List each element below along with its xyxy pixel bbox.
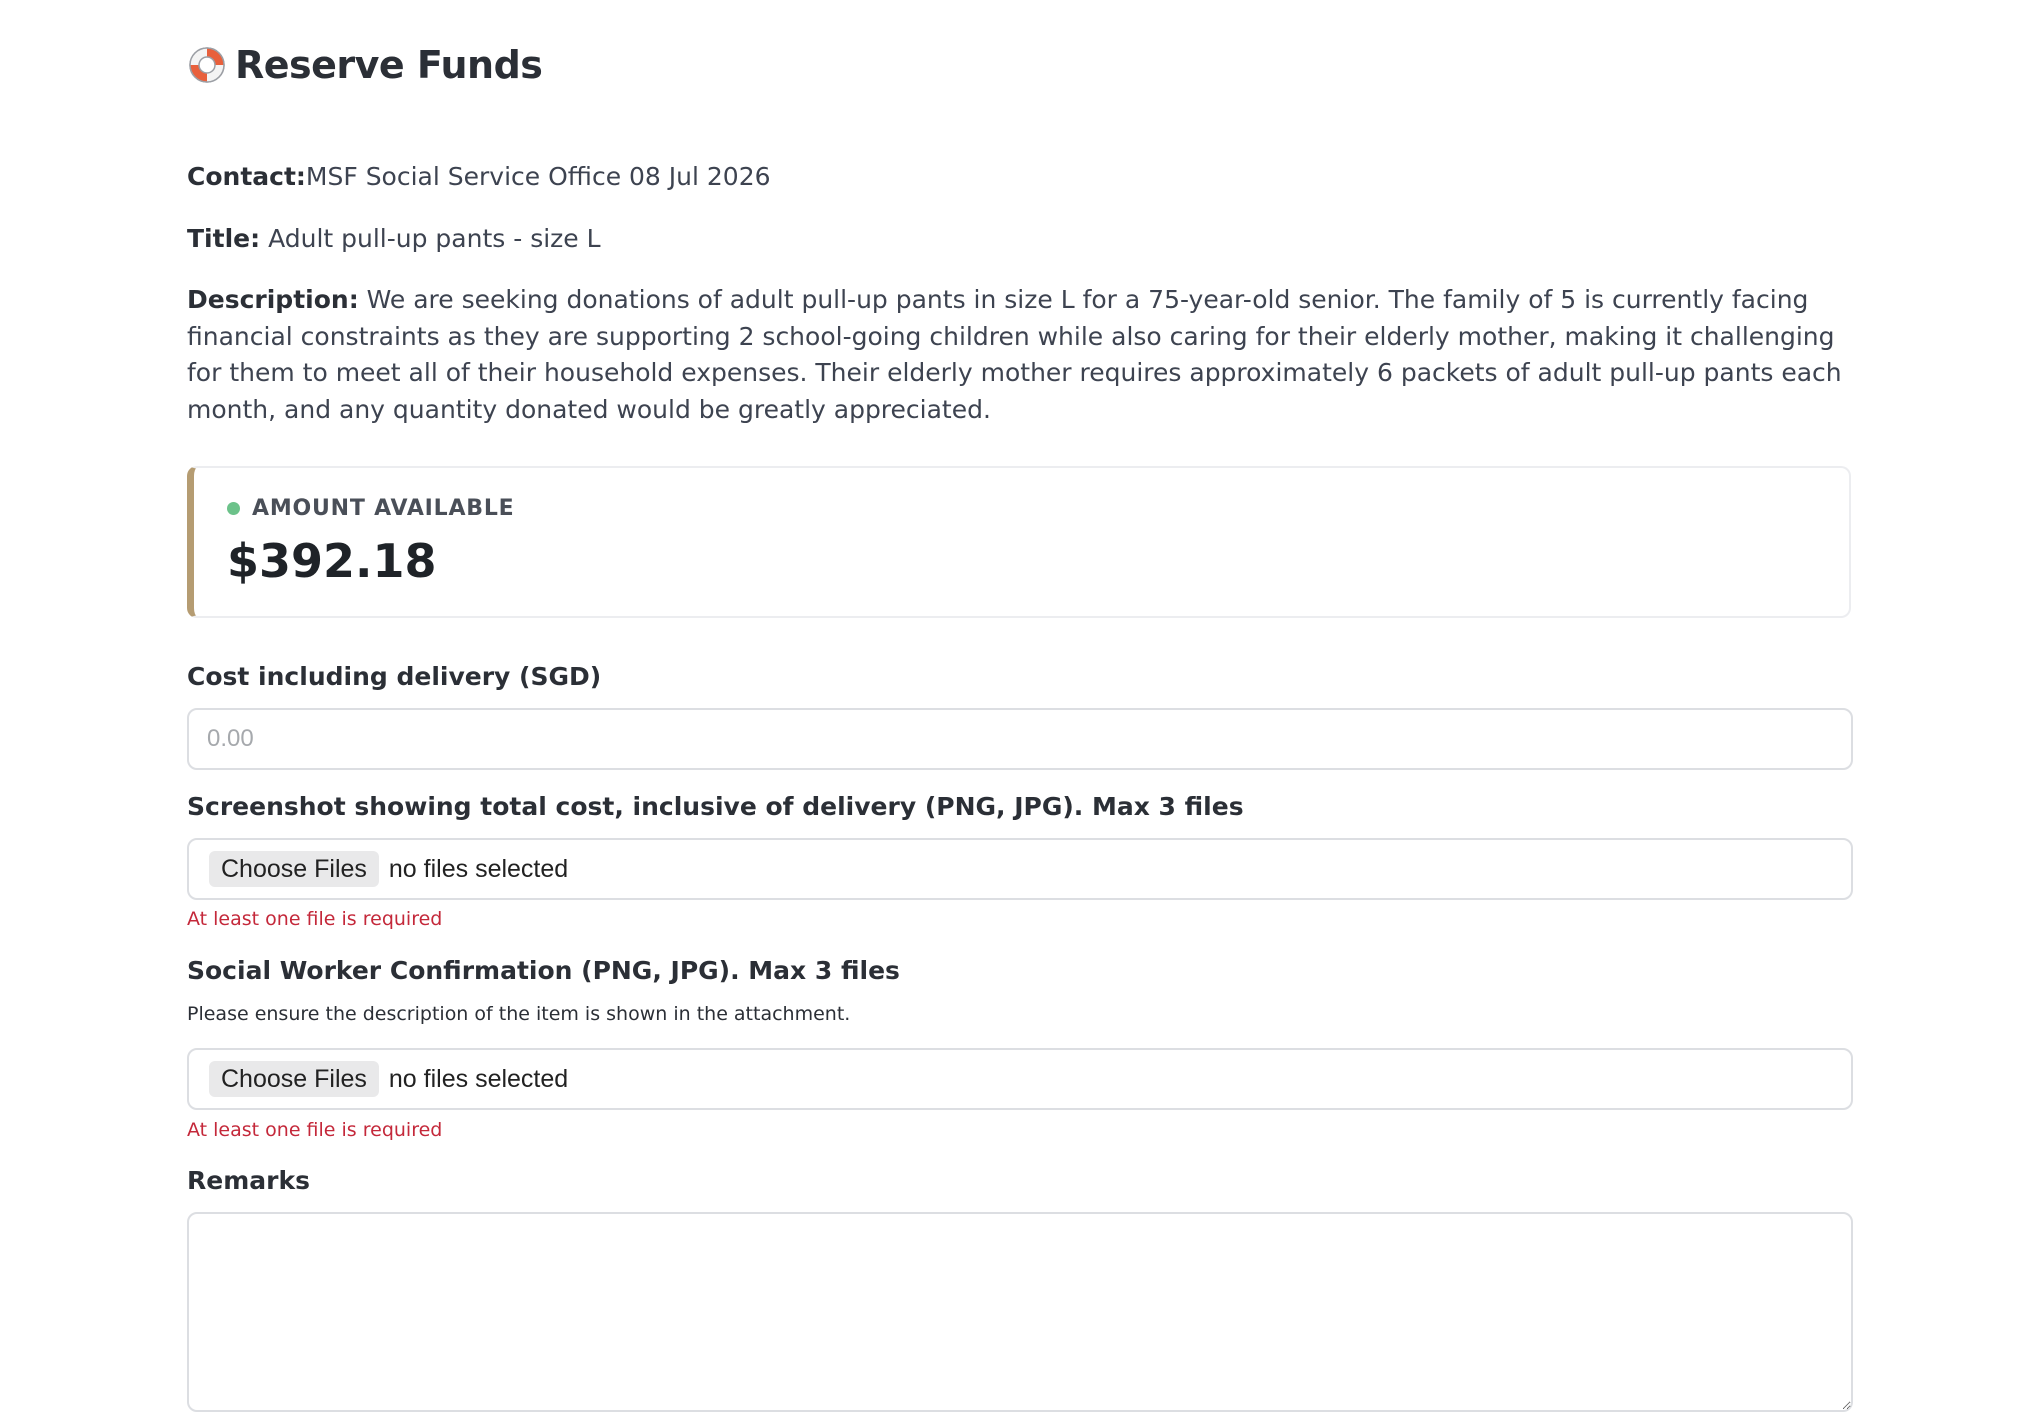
screenshot-file-status: no files selected: [388, 854, 569, 883]
confirmation-error: At least one file is required: [187, 1119, 443, 1141]
amount-label-row: AMOUNT AVAILABLE: [227, 496, 515, 521]
confirmation-file-input[interactable]: Choose Files no files selected: [187, 1048, 1853, 1110]
contact-label: Contact:: [187, 162, 306, 191]
contact-line: Contact:MSF Social Service Office 08 Jul…: [187, 159, 771, 195]
screenshot-choose-files-button[interactable]: Choose Files: [209, 851, 379, 887]
description-value: We are seeking donations of adult pull-u…: [187, 285, 1842, 424]
confirmation-label: Social Worker Confirmation (PNG, JPG). M…: [187, 956, 900, 985]
cost-label: Cost including delivery (SGD): [187, 662, 602, 691]
cost-input[interactable]: [187, 708, 1853, 770]
status-dot-icon: [227, 502, 240, 515]
remarks-textarea[interactable]: [187, 1212, 1853, 1412]
lifebuoy-icon: [187, 45, 227, 85]
confirmation-file-status: no files selected: [388, 1064, 569, 1093]
title-value: Adult pull-up pants - size L: [268, 224, 601, 253]
screenshot-error: At least one file is required: [187, 908, 443, 930]
confirmation-choose-files-button[interactable]: Choose Files: [209, 1061, 379, 1097]
confirmation-help: Please ensure the description of the ite…: [187, 1003, 851, 1025]
contact-value: MSF Social Service Office 08 Jul 2026: [305, 162, 771, 191]
screenshot-file-input[interactable]: Choose Files no files selected: [187, 838, 1853, 900]
description-label: Description:: [187, 285, 359, 314]
amount-value: $392.18: [227, 534, 437, 588]
page-title: Reserve Funds: [235, 43, 543, 87]
amount-label: AMOUNT AVAILABLE: [252, 496, 515, 521]
title-label: Title:: [187, 224, 261, 253]
page-header: Reserve Funds: [187, 38, 543, 92]
amount-available-card: AMOUNT AVAILABLE $392.18: [187, 466, 1851, 618]
title-line: Title: Adult pull-up pants - size L: [187, 221, 601, 257]
remarks-label: Remarks: [187, 1166, 310, 1195]
description-block: Description: We are seeking donations of…: [187, 282, 1853, 428]
screenshot-label: Screenshot showing total cost, inclusive…: [187, 792, 1244, 821]
